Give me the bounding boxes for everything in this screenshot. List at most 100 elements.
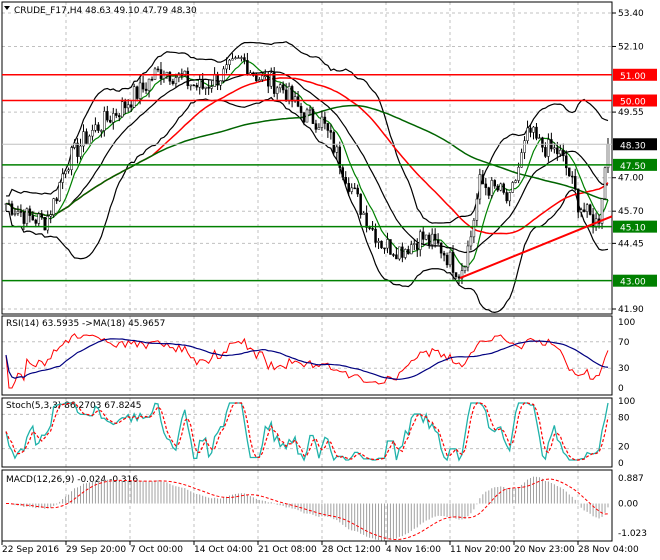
candle-body — [573, 176, 577, 190]
candle-body — [398, 246, 401, 260]
candle-body — [126, 104, 130, 109]
x-tick-label: 14 Oct 04:00 — [194, 545, 253, 555]
candle-body — [359, 193, 362, 215]
candle-body — [565, 155, 568, 169]
x-tick-label: 28 Oct 12:00 — [322, 545, 381, 555]
candle-body — [579, 209, 583, 213]
chart-window: CRUDE_F17,H4 48.63 49.10 47.79 48.30 RSI… — [0, 0, 660, 560]
candle-body — [281, 84, 285, 91]
stoch-tick: 100 — [618, 397, 635, 407]
candle-body — [76, 142, 79, 157]
bollinger-middle — [5, 70, 609, 254]
candle-body — [64, 170, 67, 175]
candle-body — [317, 127, 321, 130]
candle-body — [22, 212, 26, 224]
candle-body — [192, 84, 196, 87]
candle-body — [112, 113, 115, 123]
candle-body — [466, 245, 470, 268]
candle-body — [335, 146, 339, 153]
candle-body — [100, 130, 103, 132]
candle-body — [329, 130, 333, 133]
candle-body — [511, 182, 514, 193]
candle-body — [463, 266, 467, 271]
candle-body — [484, 183, 488, 188]
candle-body — [258, 79, 261, 82]
y-tick-label: 41.90 — [618, 305, 644, 315]
candle-body — [362, 212, 365, 215]
x-tick-label: 20 Nov 23:00 — [514, 545, 575, 555]
candle-body — [135, 86, 139, 99]
candle-body — [353, 187, 356, 190]
candle-body — [213, 73, 216, 87]
candle-body — [94, 124, 97, 131]
candle-body — [326, 123, 330, 131]
candle-body — [204, 86, 207, 89]
candle-body — [216, 73, 219, 86]
candle-body — [562, 150, 565, 157]
candle-body — [34, 219, 38, 224]
candle-body — [311, 109, 315, 124]
candle-body — [418, 231, 422, 250]
candle-body — [559, 150, 562, 155]
chart-title: CRUDE_F17,H4 48.63 49.10 47.79 48.30 — [14, 6, 197, 16]
candle-body — [544, 147, 547, 157]
candle-body — [472, 220, 476, 238]
candle-body — [588, 204, 592, 215]
candle-body — [538, 137, 541, 140]
chart-canvas[interactable]: CRUDE_F17,H4 48.63 49.10 47.79 48.30 RSI… — [0, 0, 660, 560]
candle-body — [67, 169, 70, 172]
candle-body — [302, 112, 306, 123]
candle-body — [416, 243, 419, 250]
candle-body — [436, 239, 440, 244]
candle-body — [427, 234, 431, 246]
candle-body — [210, 86, 213, 89]
ma-fast-green — [5, 60, 609, 268]
candle-body — [261, 75, 264, 80]
candle-body — [490, 180, 494, 196]
candle-body — [243, 57, 246, 61]
candle-body — [186, 70, 190, 86]
candle-body — [556, 147, 559, 155]
candle-body — [106, 111, 109, 121]
candle-body — [37, 213, 41, 224]
x-tick-label: 21 Oct 08:00 — [258, 545, 317, 555]
candle-body — [117, 115, 121, 118]
candle-body — [246, 59, 249, 76]
candle-body — [371, 228, 374, 230]
candle-body — [267, 75, 270, 87]
candle-body — [517, 166, 520, 181]
candle-body — [505, 192, 508, 202]
candle-body — [585, 204, 589, 212]
candle-body — [150, 78, 154, 81]
candle-body — [377, 240, 380, 243]
candle-body — [475, 198, 479, 221]
candle-body — [541, 137, 544, 148]
candle-body — [28, 208, 32, 216]
macd-signal-line — [5, 478, 609, 540]
candle-body — [174, 77, 178, 84]
level-label: 50.00 — [620, 98, 646, 108]
x-tick-label: 7 Oct 00:00 — [130, 545, 183, 555]
candle-body — [237, 57, 240, 59]
candle-body — [103, 111, 106, 131]
candle-body — [413, 243, 416, 245]
candle-body — [287, 86, 291, 102]
candle-body — [55, 198, 58, 202]
candle-body — [234, 57, 237, 59]
candle-body — [305, 109, 309, 123]
candle-body — [356, 187, 359, 195]
candle-body — [523, 140, 526, 153]
candle-body — [553, 147, 556, 150]
candle-body — [141, 82, 145, 90]
candle-body — [499, 183, 502, 191]
candle-body — [347, 183, 350, 192]
candle-body — [410, 244, 413, 255]
y-tick-label: 44.45 — [618, 239, 644, 249]
macd-tick: 0.887 — [618, 474, 644, 484]
stoch-tick: 80 — [618, 413, 630, 423]
candle-body — [138, 82, 142, 99]
candle-body — [582, 209, 586, 212]
dropdown-triangle-icon[interactable] — [4, 6, 10, 10]
stoch-tick: 20 — [618, 443, 630, 453]
candle-body — [7, 203, 11, 205]
